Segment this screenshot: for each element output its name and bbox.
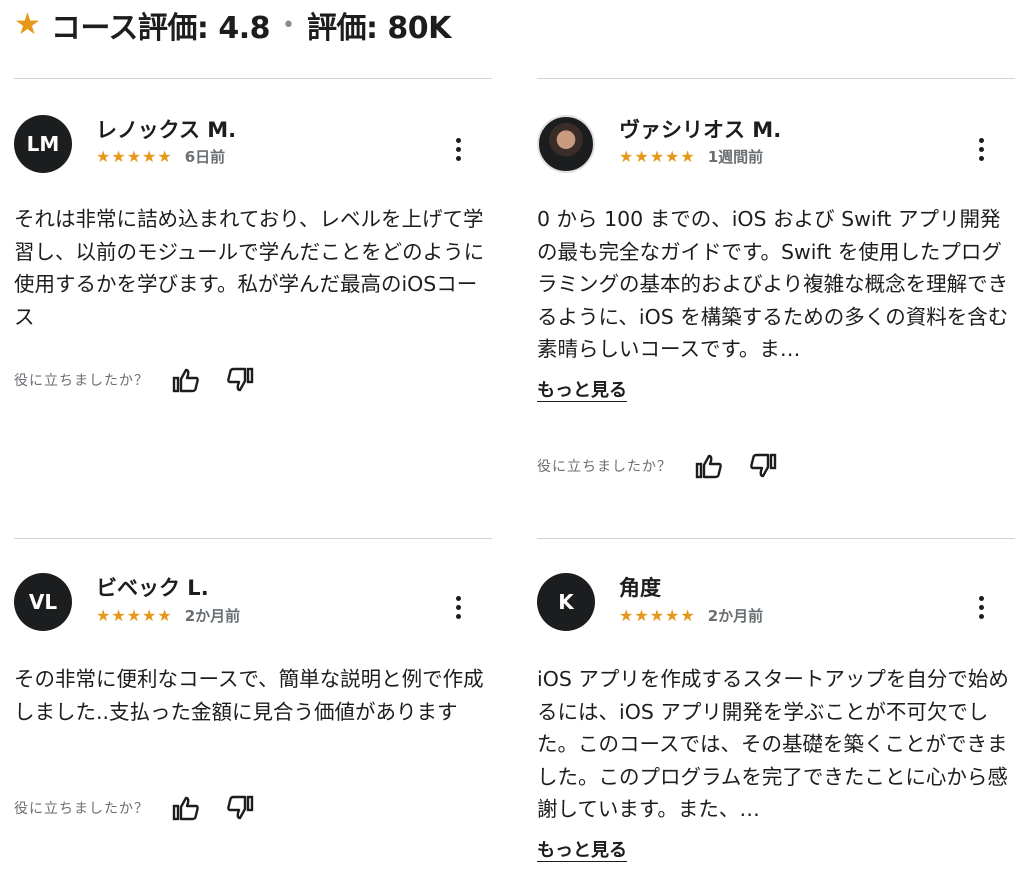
more-options-icon[interactable] [456, 596, 462, 619]
star-rating-icon: ★★★★★ [619, 606, 696, 625]
divider [14, 78, 492, 79]
separator-dot: • [282, 12, 295, 38]
reviewer-name: ヴァシリオス M. [619, 118, 782, 142]
star-rating-icon: ★★★★★ [96, 606, 173, 625]
review-text: その非常に便利なコースで、簡単な説明と例で作成しました..支払った金額に見合う価… [14, 667, 484, 724]
helpful-prompt: 役に立ちましたか？ [14, 793, 255, 823]
star-rating-icon: ★★★★★ [619, 147, 696, 166]
avatar [537, 115, 595, 173]
review-card: LM レノックス M. ★★★★★ 6日前 それは非常に詰め込まれており、レベル… [14, 78, 492, 438]
reviewer-name: 角度 [619, 576, 661, 600]
course-rating-label: コース評価: 4.8 [50, 11, 271, 46]
helpful-prompt: 役に立ちましたか？ [537, 451, 778, 481]
star-icon: ★ [14, 7, 41, 42]
helpful-question: 役に立ちましたか？ [14, 373, 149, 389]
show-more-link[interactable]: もっと見る [537, 376, 627, 402]
review-card: ヴァシリオス M. ★★★★★ 1週間前 0 から 100 までの、iOS およ… [537, 78, 1015, 481]
helpful-question: 役に立ちましたか？ [14, 801, 149, 817]
rating-count-label: 評価: 80K [306, 11, 451, 46]
thumbs-down-icon[interactable] [225, 365, 255, 395]
review-time: 1週間前 [707, 148, 764, 166]
helpful-question: 役に立ちましたか？ [537, 459, 672, 475]
divider [14, 538, 492, 539]
review-time: 2か月前 [184, 607, 241, 625]
thumbs-up-icon[interactable] [171, 793, 201, 823]
review-card: VL ビベック L. ★★★★★ 2か月前 その非常に便利なコースで、簡単な説明… [14, 538, 492, 838]
review-text: それは非常に詰め込まれており、レベルを上げて学習し、以前のモジュールで学んだこと… [14, 207, 485, 329]
divider [537, 78, 1015, 79]
review-text: 0 から 100 までの、iOS および Swift アプリ開発の最も完全なガイ… [537, 207, 1009, 361]
avatar: K [537, 573, 595, 631]
review-rating: ★★★★★ 2か月前 [619, 605, 763, 626]
more-options-icon[interactable] [979, 596, 985, 619]
thumbs-up-icon[interactable] [694, 451, 724, 481]
review-time: 2か月前 [707, 607, 764, 625]
show-more-link[interactable]: もっと見る [537, 836, 627, 862]
helpful-prompt: 役に立ちましたか？ [14, 365, 255, 395]
thumbs-down-icon[interactable] [225, 793, 255, 823]
review-rating: ★★★★★ 2か月前 [96, 605, 240, 626]
course-rating-header: ★ コース評価: 4.8 • 評価: 80K [14, 2, 451, 48]
review-text: iOS アプリを作成するスタートアップを自分で始めるには、iOS アプリ開発を学… [537, 667, 1009, 821]
review-time: 6日前 [184, 148, 226, 166]
avatar: LM [14, 115, 72, 173]
divider [537, 538, 1015, 539]
more-options-icon[interactable] [456, 138, 462, 161]
thumbs-down-icon[interactable] [748, 451, 778, 481]
star-rating-icon: ★★★★★ [96, 147, 173, 166]
review-rating: ★★★★★ 6日前 [96, 146, 225, 167]
more-options-icon[interactable] [979, 138, 985, 161]
reviewer-name: ビベック L. [96, 576, 209, 600]
avatar: VL [14, 573, 72, 631]
review-rating: ★★★★★ 1週間前 [619, 146, 763, 167]
review-card: K 角度 ★★★★★ 2か月前 iOS アプリを作成するスタートアップを自分で始… [537, 538, 1015, 874]
reviewer-name: レノックス M. [96, 118, 237, 142]
thumbs-up-icon[interactable] [171, 365, 201, 395]
